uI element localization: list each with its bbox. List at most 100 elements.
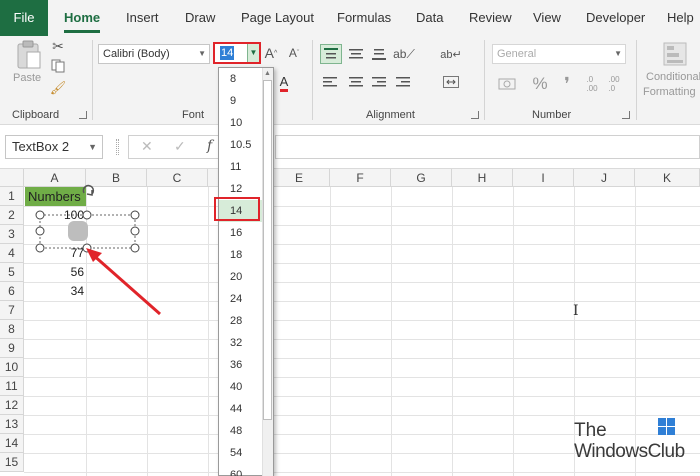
insert-function-icon[interactable]: f [207, 138, 212, 154]
font-size-option-32[interactable]: 32 [219, 332, 263, 354]
font-size-option-18[interactable]: 18 [219, 244, 263, 266]
tab-data[interactable]: Data [416, 0, 443, 36]
left-align-icon[interactable] [320, 72, 340, 92]
row-header-15[interactable]: 15 [0, 453, 24, 472]
indent-icon[interactable] [393, 72, 413, 92]
conditional-formatting-label-1[interactable]: Conditional [646, 71, 700, 83]
row-header-8[interactable]: 8 [0, 320, 24, 339]
tab-view[interactable]: View [533, 0, 561, 36]
accounting-icon[interactable] [496, 74, 520, 94]
row-header-13[interactable]: 13 [0, 415, 24, 434]
conditional-formatting-label-2[interactable]: Formatting [643, 86, 696, 98]
font-size-option-10[interactable]: 10 [219, 112, 263, 134]
format-painter-icon[interactable]: 🖌 [50, 80, 67, 96]
tab-developer[interactable]: Developer [586, 0, 645, 36]
formula-bar-grip[interactable] [116, 139, 119, 155]
paste-icon[interactable] [14, 40, 44, 70]
font-size-option-40[interactable]: 40 [219, 376, 263, 398]
tab-file[interactable]: File [0, 0, 48, 36]
row-header-3[interactable]: 3 [0, 225, 24, 244]
font-size-option-48[interactable]: 48 [219, 420, 263, 442]
increase-font-icon[interactable]: A ^ [263, 44, 279, 62]
formula-input[interactable] [275, 135, 700, 159]
center-align-icon[interactable] [346, 72, 366, 92]
font-size-option-8[interactable]: 8 [219, 68, 263, 90]
bottom-align-icon[interactable] [369, 44, 389, 64]
tab-insert[interactable]: Insert [126, 0, 159, 36]
comma-style-icon[interactable]: ❜ [556, 74, 578, 94]
font-size-option-11[interactable]: 11 [219, 156, 263, 178]
row-header-1[interactable]: 1 [0, 187, 24, 206]
font-size-option-60[interactable]: 60 [219, 464, 263, 476]
select-all-corner[interactable] [0, 169, 24, 187]
cancel-icon[interactable]: ✕ [141, 138, 153, 155]
paste-label[interactable]: Paste [13, 72, 41, 84]
cell-a5[interactable]: 56 [25, 263, 84, 282]
alignment-launcher-icon[interactable] [471, 111, 479, 119]
decrease-font-icon[interactable]: Aˇ [286, 44, 302, 62]
orientation-icon[interactable]: ab⟋ [393, 44, 415, 64]
column-header-a[interactable]: A [24, 169, 86, 187]
cut-icon[interactable]: ✂ [50, 38, 66, 54]
column-header-h[interactable]: H [452, 169, 513, 187]
scroll-up-icon[interactable]: ▲ [263, 69, 272, 79]
row-header-4[interactable]: 4 [0, 244, 24, 263]
top-align-icon[interactable] [320, 44, 342, 64]
column-header-g[interactable]: G [391, 169, 452, 187]
middle-align-icon[interactable] [346, 44, 366, 64]
enter-icon[interactable]: ✓ [174, 138, 186, 155]
tab-page-layout[interactable]: Page Layout [241, 0, 314, 36]
font-size-option-10-5[interactable]: 10.5 [219, 134, 263, 156]
row-header-2[interactable]: 2 [0, 206, 24, 225]
row-header-10[interactable]: 10 [0, 358, 24, 377]
conditional-formatting-icon[interactable] [660, 40, 690, 68]
row-header-12[interactable]: 12 [0, 396, 24, 415]
row-header-5[interactable]: 5 [0, 263, 24, 282]
tab-help[interactable]: Help [667, 0, 694, 36]
dropdown-scrollbar[interactable]: ▲ [262, 68, 273, 476]
clipboard-launcher-icon[interactable] [79, 111, 87, 119]
number-format-combo[interactable]: General ▼ [492, 44, 626, 64]
column-header-c[interactable]: C [147, 169, 208, 187]
scrollbar-thumb[interactable] [263, 80, 272, 420]
row-header-9[interactable]: 9 [0, 339, 24, 358]
font-size-option-16[interactable]: 16 [219, 222, 263, 244]
row-header-7[interactable]: 7 [0, 301, 24, 320]
chevron-down-icon[interactable]: ▼ [247, 44, 259, 62]
font-size-option-28[interactable]: 28 [219, 310, 263, 332]
watermark-line-2: WindowsClub [574, 441, 685, 462]
tab-review[interactable]: Review [469, 0, 512, 36]
font-color-icon[interactable]: A [276, 72, 292, 94]
name-box[interactable]: TextBox 2 ▼ [5, 135, 103, 159]
right-align-icon[interactable] [369, 72, 389, 92]
wrap-text-icon[interactable]: ab↵ [440, 44, 462, 64]
font-size-option-36[interactable]: 36 [219, 354, 263, 376]
rotate-handle-icon[interactable] [80, 181, 98, 199]
font-size-option-44[interactable]: 44 [219, 398, 263, 420]
row-header-11[interactable]: 11 [0, 377, 24, 396]
font-size-option-54[interactable]: 54 [219, 442, 263, 464]
font-size-option-9[interactable]: 9 [219, 90, 263, 112]
font-size-combo[interactable]: 14 ▼ [213, 42, 261, 64]
copy-icon[interactable] [49, 58, 69, 74]
tab-home[interactable]: Home [64, 0, 101, 36]
column-header-f[interactable]: F [330, 169, 391, 187]
gridline [208, 187, 209, 476]
increase-decimal-icon[interactable]: .0.00 [582, 74, 602, 94]
column-header-i[interactable]: I [513, 169, 574, 187]
font-size-option-20[interactable]: 20 [219, 266, 263, 288]
column-header-k[interactable]: K [635, 169, 700, 187]
percent-icon[interactable]: % [530, 74, 550, 94]
font-size-option-24[interactable]: 24 [219, 288, 263, 310]
column-header-j[interactable]: J [574, 169, 635, 187]
font-family-combo[interactable]: Calibri (Body) ▼ [98, 44, 210, 64]
tab-formulas[interactable]: Formulas [337, 0, 391, 36]
number-launcher-icon[interactable] [622, 111, 630, 119]
column-header-e[interactable]: E [269, 169, 330, 187]
row-header-14[interactable]: 14 [0, 434, 24, 453]
merge-center-icon[interactable] [440, 72, 462, 92]
tab-draw[interactable]: Draw [185, 0, 215, 36]
decrease-decimal-icon[interactable]: .00.0 [604, 74, 624, 94]
cell-a6[interactable]: 34 [25, 282, 84, 301]
row-header-6[interactable]: 6 [0, 282, 24, 301]
